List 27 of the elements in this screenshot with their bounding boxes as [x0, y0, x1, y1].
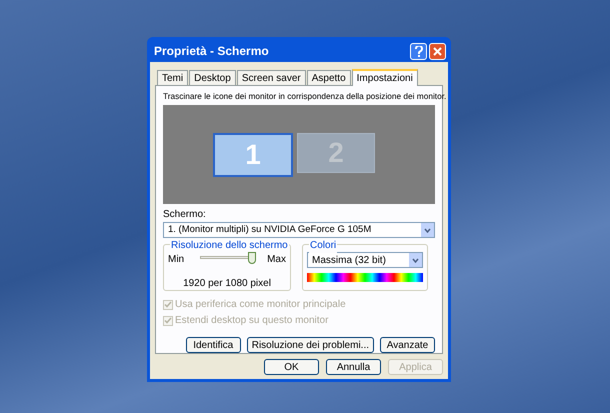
- slider-track[interactable]: [200, 252, 256, 265]
- window-title: Proprietà - Schermo: [154, 43, 270, 60]
- min-label: Min: [168, 253, 184, 267]
- slider-thumb[interactable]: [248, 252, 256, 264]
- instruction-text: Trascinare le icone dei monitor in corrispondenza della posizione dei monitor.: [163, 91, 446, 102]
- colors-dropdown[interactable]: Massima (32 bit): [307, 252, 423, 268]
- close-button[interactable]: [429, 42, 446, 60]
- button[interactable]: Identifica: [186, 337, 241, 353]
- button[interactable]: OK: [264, 359, 319, 375]
- tab[interactable]: Impostazioni: [352, 69, 418, 86]
- tab[interactable]: Aspetto: [306, 70, 351, 85]
- button[interactable]: Risoluzione dei problemi...: [246, 337, 374, 353]
- display-dropdown[interactable]: 1. (Monitor multipli) su NVIDIA GeForce G 105M: [163, 222, 435, 238]
- tab[interactable]: Temi: [157, 70, 188, 85]
- group-title: Colori: [309, 238, 338, 253]
- checkbox-label: Usa periferica come monitor principale: [175, 298, 346, 312]
- max-label: Max: [267, 253, 286, 267]
- checkbox-label: Estendi desktop su questo monitor: [175, 314, 328, 328]
- tab[interactable]: Screen saver: [236, 70, 306, 85]
- display-label: Schermo:: [163, 208, 207, 222]
- resolution-reading: 1920 per 1080 pixel: [183, 278, 271, 289]
- button[interactable]: Annulla: [326, 359, 381, 375]
- help-button[interactable]: [410, 42, 427, 60]
- button[interactable]: Avanzate: [380, 337, 435, 353]
- close-icon: [433, 46, 442, 56]
- question-mark-icon: [414, 46, 422, 56]
- tab[interactable]: Desktop: [189, 70, 236, 85]
